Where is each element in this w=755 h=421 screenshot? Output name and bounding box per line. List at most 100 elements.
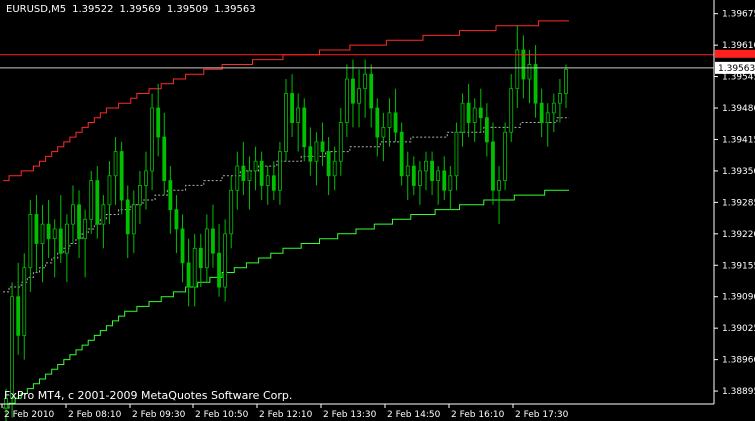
candle-body <box>375 107 380 138</box>
candle-body <box>40 223 45 244</box>
candle-body <box>284 93 288 152</box>
y-tick-label: 1.39675 <box>722 10 755 20</box>
candle-body <box>156 107 161 138</box>
candle-body <box>217 252 221 288</box>
y-tick-label: 1.39415 <box>722 135 755 145</box>
x-tick-label: 2 Feb 2010 <box>4 410 55 420</box>
candle-body <box>235 165 240 191</box>
candle-body <box>101 204 106 225</box>
candle-body <box>144 170 148 186</box>
y-tick-label: 1.39025 <box>722 324 755 334</box>
ask-price-tag <box>715 49 755 58</box>
candle-body <box>271 175 276 191</box>
chart-header: EURUSD,M5 1.39522 1.39569 1.39509 1.39563 <box>6 4 262 15</box>
y-tick-label: 1.39155 <box>722 261 755 271</box>
candle-body <box>472 107 477 123</box>
candle-body <box>46 223 51 240</box>
candle-body <box>478 107 483 119</box>
candle-body <box>320 141 325 152</box>
candle-body <box>381 126 386 138</box>
candle-body <box>259 160 264 186</box>
candle-body <box>241 165 246 181</box>
candle-body <box>95 180 100 225</box>
y-tick-label: 1.38960 <box>722 356 755 366</box>
candle-body <box>77 204 81 240</box>
candle-body <box>430 160 434 181</box>
candle-body <box>180 228 185 264</box>
symbol-label: EURUSD,M5 <box>6 4 67 15</box>
candle-body <box>466 102 471 123</box>
y-tick-label: 1.39350 <box>722 167 755 177</box>
y-tick-label: 1.39220 <box>722 230 755 240</box>
candle-body <box>314 141 319 162</box>
candle-body <box>119 151 124 201</box>
candle-body <box>387 112 392 128</box>
candle-body <box>265 175 270 186</box>
y-tick-label: 1.39090 <box>722 293 755 303</box>
y-tick-label: 1.38895 <box>722 387 755 397</box>
close-value: 1.39563 <box>214 4 256 15</box>
candle-body <box>34 214 39 244</box>
candle-body <box>558 93 562 104</box>
candle-body <box>131 204 136 235</box>
candle-body <box>10 296 14 399</box>
candle-body <box>533 64 538 104</box>
high-value: 1.39569 <box>119 4 161 15</box>
candle-body <box>150 107 154 172</box>
candle-body <box>344 78 349 123</box>
candle-body <box>211 228 215 254</box>
candle-body <box>174 209 179 230</box>
candle-body <box>332 160 337 177</box>
candle-body <box>545 112 550 123</box>
candle-body <box>71 204 75 225</box>
candle-body <box>454 131 459 177</box>
candle-body <box>192 247 197 288</box>
candle-body <box>308 146 313 162</box>
candle-body <box>16 296 21 336</box>
candle-body <box>52 228 57 240</box>
trading-chart-window[interactable]: 1.39675 1.39610 1.39545 1.39480 1.39415 1.393… <box>0 0 755 421</box>
candle-body <box>436 170 441 181</box>
x-tick-label: 2 Feb 13:30 <box>323 410 377 420</box>
candle-body <box>58 228 63 254</box>
x-tick-label: 2 Feb 14:50 <box>387 410 441 420</box>
candle-body <box>253 160 258 172</box>
candle-body <box>162 136 167 181</box>
candle-body <box>247 170 252 181</box>
y-tick-label: 1.39285 <box>722 198 755 208</box>
price-chart[interactable]: 1.39675 1.39610 1.39545 1.39480 1.39415 1.393… <box>0 0 755 421</box>
candle-body <box>393 112 398 133</box>
candle-body <box>28 214 33 269</box>
candle-body <box>448 175 453 191</box>
candle-body <box>551 102 556 114</box>
x-tick-label: 2 Feb 08:10 <box>68 410 122 420</box>
candle-body <box>198 247 203 269</box>
candle-body <box>89 180 94 220</box>
y-tick-label: 1.39480 <box>722 104 755 114</box>
candle-body <box>411 165 416 186</box>
x-tick-label: 2 Feb 10:50 <box>195 410 249 420</box>
candle-body <box>278 151 282 191</box>
candle-body <box>503 131 508 181</box>
candle-body <box>491 141 495 191</box>
candle-body <box>113 151 118 177</box>
open-value: 1.39522 <box>72 4 114 15</box>
candle-body <box>363 73 368 90</box>
candle-body <box>515 49 520 90</box>
candle-body <box>326 151 331 177</box>
candle-body <box>125 199 130 235</box>
x-tick-label: 2 Feb 16:10 <box>451 410 505 420</box>
candle-body <box>357 88 361 104</box>
candle-body <box>83 218 88 240</box>
current-price-label: 1.39563 <box>718 64 755 74</box>
candle-body <box>229 189 234 235</box>
x-tick-label: 2 Feb 17:30 <box>515 410 569 420</box>
low-value: 1.39509 <box>166 4 209 15</box>
plot-background <box>0 0 755 421</box>
candle-body <box>22 267 27 336</box>
candle-body <box>424 160 428 172</box>
candle-body <box>509 88 514 133</box>
candle-body <box>497 180 501 191</box>
y-tick-label: 1.39610 <box>722 41 755 51</box>
candle-body <box>369 73 374 109</box>
